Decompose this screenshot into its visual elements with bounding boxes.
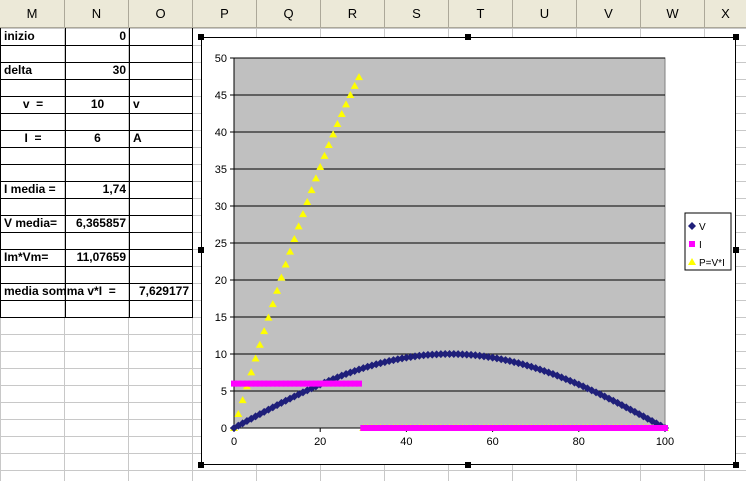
legend-marker-1 xyxy=(689,241,695,247)
y-tick-label-30: 30 xyxy=(215,201,227,213)
point-i-100 xyxy=(662,425,668,431)
column-header-P[interactable]: P xyxy=(193,0,257,28)
legend: VI P=V*I xyxy=(684,212,732,271)
cell-imedia-value[interactable]: 1,74 xyxy=(66,181,129,198)
cell-mediasomma-label[interactable]: media somma v*I = xyxy=(1,283,129,300)
column-header-Q[interactable]: Q xyxy=(257,0,321,28)
resize-handle-bottom-right[interactable] xyxy=(733,462,739,468)
cell-delta-value[interactable]: 30 xyxy=(66,62,129,79)
column-header-V[interactable]: V xyxy=(577,0,641,28)
column-header-U[interactable]: U xyxy=(513,0,577,28)
legend-label-1: I xyxy=(699,240,702,251)
y-tick-label-20: 20 xyxy=(215,275,227,287)
column-header-M[interactable]: M xyxy=(0,0,65,28)
cell-delta-label[interactable]: delta xyxy=(1,62,65,79)
embedded-chart[interactable]: 0 5 10 15 20 25 30 35 40 45 50 0 20 40 60 80 100 V I P=V*I xyxy=(201,37,736,465)
cell-inizio-label[interactable]: inizio xyxy=(1,28,65,45)
cell-imvm-label[interactable]: Im*Vm= xyxy=(1,249,65,266)
cell-vmedia-label[interactable]: V media= xyxy=(1,215,65,232)
y-tick-label-0: 0 xyxy=(221,423,227,435)
resize-handle-bottom-left[interactable] xyxy=(198,462,204,468)
y-tick-label-25: 25 xyxy=(215,238,227,250)
cell-imedia-label[interactable]: I media = xyxy=(1,181,65,198)
x-tick-label-20: 20 xyxy=(314,436,326,448)
y-tick-label-5: 5 xyxy=(221,386,227,398)
resize-handle-top-right[interactable] xyxy=(733,34,739,40)
resize-handle-top-left[interactable] xyxy=(198,34,204,40)
cell-v-label[interactable]: v = xyxy=(1,96,65,113)
chart-svg: 0 5 10 15 20 25 30 35 40 45 50 0 20 40 60 80 100 VI P=V*I xyxy=(215,53,732,448)
y-tick-label-35: 35 xyxy=(215,164,227,176)
cell-mediasomma-value[interactable]: 7,629177 xyxy=(130,283,192,300)
legend-label-2: P=V*I xyxy=(699,258,725,269)
resize-handle-middle-left[interactable] xyxy=(198,247,204,253)
column-header-R[interactable]: R xyxy=(321,0,385,28)
cell-inizio-value[interactable]: 0 xyxy=(66,28,129,45)
y-tick-label-50: 50 xyxy=(215,53,227,65)
column-header-T[interactable]: T xyxy=(449,0,513,28)
x-tick-label-0: 0 xyxy=(231,436,237,448)
resize-handle-top-center[interactable] xyxy=(465,34,471,40)
cell-vmedia-value[interactable]: 6,365857 xyxy=(66,215,129,232)
column-header-O[interactable]: O xyxy=(129,0,193,28)
point-i-29 xyxy=(355,380,362,387)
x-tick-label-40: 40 xyxy=(400,436,412,448)
column-header-W[interactable]: W xyxy=(641,0,705,28)
cell-imvm-value[interactable]: 11,07659 xyxy=(66,249,129,266)
resize-handle-middle-right[interactable] xyxy=(733,247,739,253)
cell-i-unit[interactable]: A xyxy=(130,130,192,147)
cell-v-value[interactable]: 10 xyxy=(66,96,129,113)
legend-label-0: V xyxy=(699,222,706,233)
x-tick-label-100: 100 xyxy=(656,436,674,448)
cell-i-label[interactable]: I = xyxy=(1,130,65,147)
cell-v-unit[interactable]: v xyxy=(130,96,192,113)
column-header-X[interactable]: X xyxy=(705,0,746,28)
y-tick-label-10: 10 xyxy=(215,349,227,361)
column-header-S[interactable]: S xyxy=(385,0,449,28)
x-tick-label-80: 80 xyxy=(573,436,585,448)
cell-i-value[interactable]: 6 xyxy=(66,130,129,147)
y-tick-label-40: 40 xyxy=(215,127,227,139)
y-tick-label-15: 15 xyxy=(215,312,227,324)
y-tick-label-45: 45 xyxy=(215,90,227,102)
column-header-bar: M N O P Q R S T U V W X xyxy=(0,0,746,28)
resize-handle-bottom-center[interactable] xyxy=(465,462,471,468)
x-tick-label-60: 60 xyxy=(486,436,498,448)
column-header-N[interactable]: N xyxy=(65,0,129,28)
